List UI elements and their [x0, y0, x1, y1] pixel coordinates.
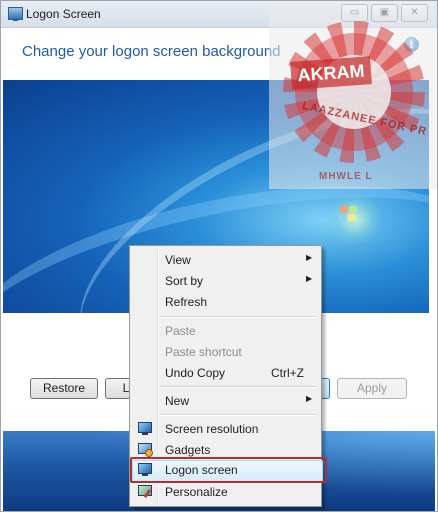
- watermark-text: MHWLE L: [319, 171, 373, 182]
- logon-screen-window: Logon Screen ▭ ▣ ✕ Change your logon scr…: [0, 0, 438, 512]
- gadgets-icon: [138, 443, 153, 457]
- menu-item-label: Sort by: [165, 274, 204, 288]
- menu-separator: [160, 386, 317, 388]
- monitor-icon: [138, 422, 152, 435]
- menu-item-new[interactable]: New ▶: [132, 391, 319, 411]
- submenu-arrow-icon: ▶: [306, 253, 313, 262]
- windows-logo-icon: [338, 206, 358, 222]
- menu-item-personalize[interactable]: Personalize: [132, 482, 319, 502]
- menu-item-shortcut: Ctrl+Z: [271, 366, 304, 380]
- menu-item-paste: Paste: [132, 321, 319, 341]
- menu-item-sort-by[interactable]: Sort by ▶: [132, 271, 319, 291]
- menu-item-label: Undo Copy: [165, 366, 226, 380]
- window-title: Logon Screen: [26, 7, 101, 21]
- submenu-arrow-icon: ▶: [306, 394, 313, 403]
- menu-item-label: Paste shortcut: [165, 345, 242, 359]
- annotation-highlight-box: [130, 457, 327, 483]
- menu-item-label: Personalize: [165, 485, 228, 499]
- menu-separator: [160, 414, 317, 416]
- menu-item-screen-resolution[interactable]: Screen resolution: [132, 419, 319, 439]
- menu-item-label: Paste: [165, 324, 196, 338]
- page-heading: Change your logon screen background: [22, 43, 281, 60]
- menu-item-paste-shortcut: Paste shortcut: [132, 342, 319, 362]
- watermark-banner: AKRAM: [290, 56, 372, 90]
- menu-item-label: Gadgets: [165, 443, 211, 457]
- menu-item-label: New: [165, 394, 190, 408]
- menu-item-label: Refresh: [165, 295, 208, 309]
- menu-separator: [160, 316, 317, 318]
- restore-button[interactable]: Restore: [30, 378, 98, 399]
- menu-item-refresh[interactable]: Refresh: [132, 292, 319, 312]
- apply-button[interactable]: Apply: [337, 378, 407, 399]
- menu-item-label: Screen resolution: [165, 422, 259, 436]
- submenu-arrow-icon: ▶: [306, 274, 313, 283]
- menu-item-view[interactable]: View ▶: [132, 250, 319, 270]
- menu-item-undo-copy[interactable]: Undo Copy Ctrl+Z: [132, 363, 319, 383]
- app-monitor-icon: [8, 7, 23, 21]
- personalize-icon: [138, 485, 152, 499]
- menu-item-label: View: [165, 253, 191, 267]
